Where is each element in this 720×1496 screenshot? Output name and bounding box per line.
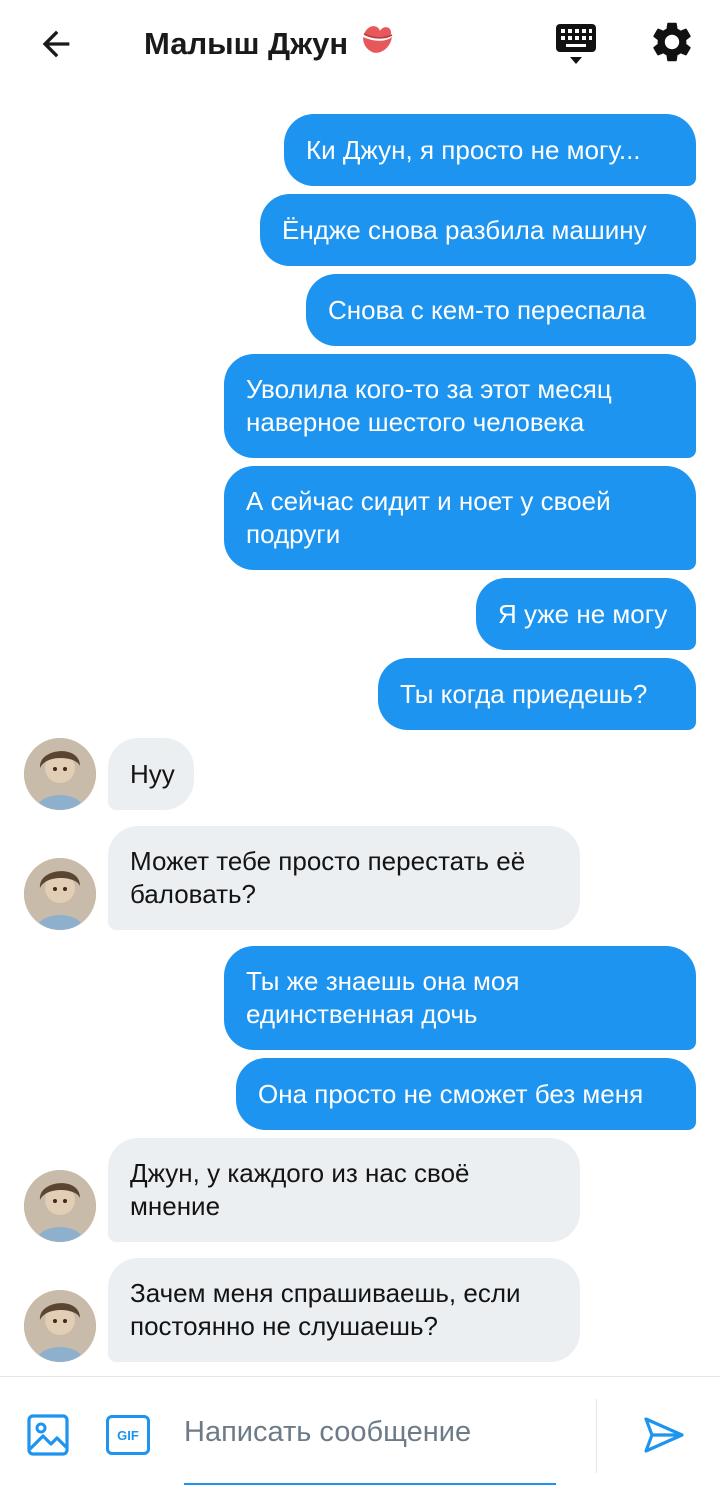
settings-button[interactable]: [648, 18, 696, 66]
message-text: А сейчас сидит и ноет у своей подруги: [246, 486, 611, 549]
back-button[interactable]: [30, 18, 82, 70]
message-text: Ки Джун, я просто не могу...: [306, 134, 641, 165]
message-bubble-outgoing[interactable]: Уволила кого-то за этот месяц наверное ш…: [224, 354, 696, 458]
message-bubble-outgoing[interactable]: Она просто не сможет без меня: [236, 1058, 696, 1130]
chat-title[interactable]: Малыш Джун: [144, 22, 396, 66]
message-bubble-incoming[interactable]: Нуу: [108, 738, 194, 810]
message-text: Ты когда приедешь?: [400, 678, 648, 709]
message-text: Ты же знаешь она моя единственная дочь: [246, 966, 520, 1029]
message-bubble-outgoing[interactable]: Ёндже снова разбила машину: [260, 194, 696, 266]
message-text: Снова с кем-то переспала: [328, 294, 646, 325]
input-underline: [184, 1483, 556, 1485]
message-bubble-outgoing[interactable]: Ки Джун, я просто не могу...: [284, 114, 696, 186]
gif-button[interactable]: GIF: [106, 1415, 150, 1455]
gear-icon: [653, 22, 691, 62]
message-text: Может тебе просто перестать её баловать?: [130, 846, 526, 909]
contact-avatar-image: [24, 738, 96, 810]
message-text: Ёндже снова разбила машину: [282, 214, 647, 245]
divider: [596, 1399, 597, 1473]
avatar[interactable]: [24, 1290, 96, 1362]
contact-avatar-image: [24, 858, 96, 930]
arrow-left-icon: [42, 30, 70, 58]
message-text: Она просто не сможет без меня: [258, 1078, 644, 1109]
send-button[interactable]: [640, 1411, 688, 1459]
send-icon: [644, 1417, 684, 1453]
gif-label: GIF: [117, 1427, 139, 1443]
message-bubble-outgoing[interactable]: А сейчас сидит и ноет у своей подруги: [224, 466, 696, 570]
message-text: Зачем меня спрашиваешь, если постоянно н…: [130, 1278, 521, 1341]
message-text: Я уже не могу: [498, 598, 668, 629]
message-text: Джун, у каждого из нас своё мнение: [130, 1158, 470, 1221]
keyboard-button[interactable]: [552, 20, 600, 68]
message-bubble-outgoing[interactable]: Я уже не могу: [476, 578, 696, 650]
message-bubble-incoming[interactable]: Зачем меня спрашиваешь, если постоянно н…: [108, 1258, 580, 1362]
message-bubble-outgoing[interactable]: Снова с кем-то переспала: [306, 274, 696, 346]
message-input[interactable]: [184, 1405, 556, 1459]
avatar[interactable]: [24, 738, 96, 810]
message-composer: GIF: [0, 1376, 720, 1496]
contact-avatar-image: [24, 1170, 96, 1242]
message-text: Уволила кого-то за этот месяц наверное ш…: [246, 374, 612, 437]
message-text: Нуу: [130, 758, 175, 789]
message-bubble-incoming[interactable]: Джун, у каждого из нас своё мнение: [108, 1138, 580, 1242]
message-bubble-outgoing[interactable]: Ты когда приедешь?: [378, 658, 696, 730]
contact-avatar-image: [24, 1290, 96, 1362]
attach-image-button[interactable]: [26, 1413, 70, 1457]
keyboard-icon: [556, 24, 596, 64]
message-bubble-incoming[interactable]: Может тебе просто перестать её баловать?: [108, 826, 580, 930]
image-icon: [27, 1414, 69, 1456]
avatar[interactable]: [24, 1170, 96, 1242]
kiss-mark-icon: [358, 22, 396, 66]
contact-name: Малыш Джун: [144, 26, 349, 61]
avatar[interactable]: [24, 858, 96, 930]
chat-header: Малыш Джун: [0, 0, 720, 88]
message-bubble-outgoing[interactable]: Ты же знаешь она моя единственная дочь: [224, 946, 696, 1050]
